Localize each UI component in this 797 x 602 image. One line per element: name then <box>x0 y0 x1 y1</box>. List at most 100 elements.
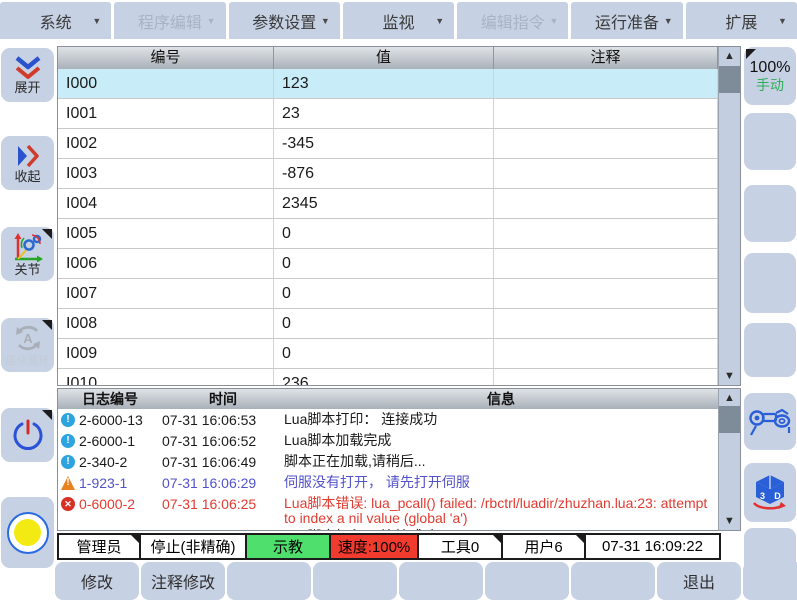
empty-side-button[interactable] <box>744 323 796 377</box>
empty-side-button[interactable] <box>744 185 796 242</box>
chevron-down-icon: ▼ <box>207 16 216 26</box>
menu-item[interactable]: 程序编辑 ▼ <box>114 2 225 39</box>
chevron-down-icon: ▼ <box>778 16 787 26</box>
log-message: Lua脚本错误: lua_pcall() failed: /rbctrl/lua… <box>284 493 718 526</box>
var-id: I010 <box>58 369 274 385</box>
menu-item[interactable]: 监视 ▼ <box>343 2 454 39</box>
function-button[interactable] <box>399 562 483 600</box>
var-id: I002 <box>58 129 274 158</box>
menu-bar: 系统 ▼ 程序编辑 ▼ 参数设置 ▼ 监视 ▼ 编辑指令 ▼ <box>0 0 797 40</box>
col-header-value: 值 <box>274 47 494 69</box>
expand-button[interactable]: 展开 <box>1 48 54 102</box>
log-table-header: 日志编号 时间 信息 <box>58 389 740 409</box>
table-row[interactable]: I001 23 <box>58 99 718 129</box>
function-button[interactable] <box>313 562 397 600</box>
empty-side-button[interactable] <box>744 528 796 588</box>
empty-side-button[interactable] <box>744 253 796 313</box>
speed-badge[interactable]: 速度:100% <box>329 533 419 560</box>
log-row[interactable]: 2-6000-13 07-31 16:06:53 Lua脚本打印： 连接成功 <box>58 409 718 430</box>
log-scrollbar[interactable]: ▲ ▼ <box>718 389 740 530</box>
expand-label: 展开 <box>14 80 40 95</box>
continuous-loop-button[interactable]: A 连续循环 <box>1 318 54 372</box>
user-level-cell[interactable]: 管理员 <box>57 533 141 560</box>
joint-label: 关节 <box>14 262 40 277</box>
table-row[interactable]: I005 0 <box>58 219 718 249</box>
log-table-body: 2-6000-13 07-31 16:06:53 Lua脚本打印： 连接成功 2… <box>58 409 718 530</box>
jog-speed-mode-button[interactable]: 100% 手动 <box>744 47 796 105</box>
col-header-comment: 注释 <box>494 47 718 69</box>
table-row[interactable]: I009 0 <box>58 339 718 369</box>
log-message: Lua脚本打印： 连接成功 <box>284 409 718 427</box>
collapse-label: 收起 <box>14 169 40 184</box>
teach-pendant-button[interactable] <box>744 393 796 450</box>
table-row[interactable]: I008 0 <box>58 309 718 339</box>
tool-frame-cell[interactable]: 工具0 <box>417 533 503 560</box>
log-row[interactable]: 2-6000-1 07-31 16:06:52 Lua脚本加载完成 <box>58 430 718 451</box>
chevron-down-icon: ▼ <box>435 16 444 26</box>
menu-item[interactable]: 扩展 ▼ <box>686 2 797 39</box>
3d-view-button[interactable]: 3 D <box>744 463 796 522</box>
table-row[interactable]: I006 0 <box>58 249 718 279</box>
table-row[interactable]: I010 236 <box>58 369 718 385</box>
joint-coordinate-button[interactable]: 关节 <box>1 227 54 281</box>
variable-table-body: I000 123 I001 23 I002 -345 I003 <box>58 69 718 385</box>
var-comment <box>494 369 718 385</box>
teach-mode-badge[interactable]: 示教 <box>245 533 331 560</box>
table-row[interactable]: I004 2345 <box>58 189 718 219</box>
log-row[interactable]: 2-340-2 07-31 16:06:49 脚本正在加载,请稍后... <box>58 451 718 472</box>
log-row[interactable]: 1-923-1 07-31 16:06:29 伺服没有打开， 请先打开伺服 <box>58 472 718 493</box>
var-value: 0 <box>274 279 494 308</box>
log-level-icon <box>61 434 75 448</box>
user-frame-cell[interactable]: 用户6 <box>501 533 586 560</box>
scroll-down-icon[interactable]: ▼ <box>719 367 740 385</box>
chevron-down-icon: ▼ <box>664 16 673 26</box>
servo-status-button[interactable] <box>1 497 54 568</box>
function-button[interactable]: 注释修改 <box>141 562 225 600</box>
jog-speed-value: 100% <box>750 59 791 77</box>
log-code: 1-923-1 <box>79 475 127 491</box>
scrollbar-thumb[interactable] <box>719 406 740 433</box>
log-level-icon <box>61 476 75 490</box>
var-comment <box>494 129 718 158</box>
loop-arrows-icon: A <box>11 322 45 354</box>
scrollbar-thumb[interactable] <box>719 66 740 93</box>
motion-state-cell[interactable]: 停止(非精确) <box>139 533 247 560</box>
menu-item[interactable]: 参数设置 ▼ <box>229 2 340 39</box>
variable-table-scrollbar[interactable]: ▲ ▼ <box>718 47 740 385</box>
table-row[interactable]: I007 0 <box>58 279 718 309</box>
3d-cube-icon: 3 D <box>749 473 791 513</box>
table-row[interactable]: I003 -876 <box>58 159 718 189</box>
svg-text:3: 3 <box>760 491 765 501</box>
collapse-button[interactable]: 收起 <box>1 136 54 190</box>
var-value: 2345 <box>274 189 494 218</box>
log-row[interactable]: 2-6000-13 07-31 16:06:11 Lua脚本打印： 连接成功 <box>58 526 718 530</box>
function-button[interactable] <box>571 562 655 600</box>
empty-side-button[interactable] <box>744 113 796 170</box>
table-row[interactable]: I000 123 <box>58 69 718 99</box>
table-row[interactable]: I002 -345 <box>58 129 718 159</box>
svg-text:A: A <box>23 331 33 346</box>
menu-item[interactable]: 编辑指令 ▼ <box>457 2 568 39</box>
loop-label: 连续循环 <box>6 354 50 369</box>
log-message: 脚本正在加载,请稍后... <box>284 451 718 469</box>
var-id: I007 <box>58 279 274 308</box>
var-value: 0 <box>274 249 494 278</box>
scroll-down-icon[interactable]: ▼ <box>719 512 740 530</box>
function-button[interactable] <box>227 562 311 600</box>
function-button[interactable] <box>485 562 569 600</box>
collapse-chevrons-icon <box>15 143 41 169</box>
log-time: 07-31 16:06:11 <box>162 526 284 530</box>
var-comment <box>494 249 718 278</box>
scroll-up-icon[interactable]: ▲ <box>719 389 740 407</box>
menu-item-label: 程序编辑 <box>138 9 202 33</box>
function-button[interactable]: 修改 <box>55 562 139 600</box>
teach-pendant-icon <box>748 405 792 439</box>
power-icon <box>10 417 46 453</box>
function-button[interactable]: 退出 <box>657 562 741 600</box>
menu-item[interactable]: 系统 ▼ <box>0 2 111 39</box>
scroll-up-icon[interactable]: ▲ <box>719 47 740 65</box>
power-button[interactable] <box>1 408 54 462</box>
menu-item[interactable]: 运行准备 ▼ <box>571 2 682 39</box>
manual-mode-label: 手动 <box>756 77 784 94</box>
log-row[interactable]: 0-6000-2 07-31 16:06:25 Lua脚本错误: lua_pca… <box>58 493 718 526</box>
